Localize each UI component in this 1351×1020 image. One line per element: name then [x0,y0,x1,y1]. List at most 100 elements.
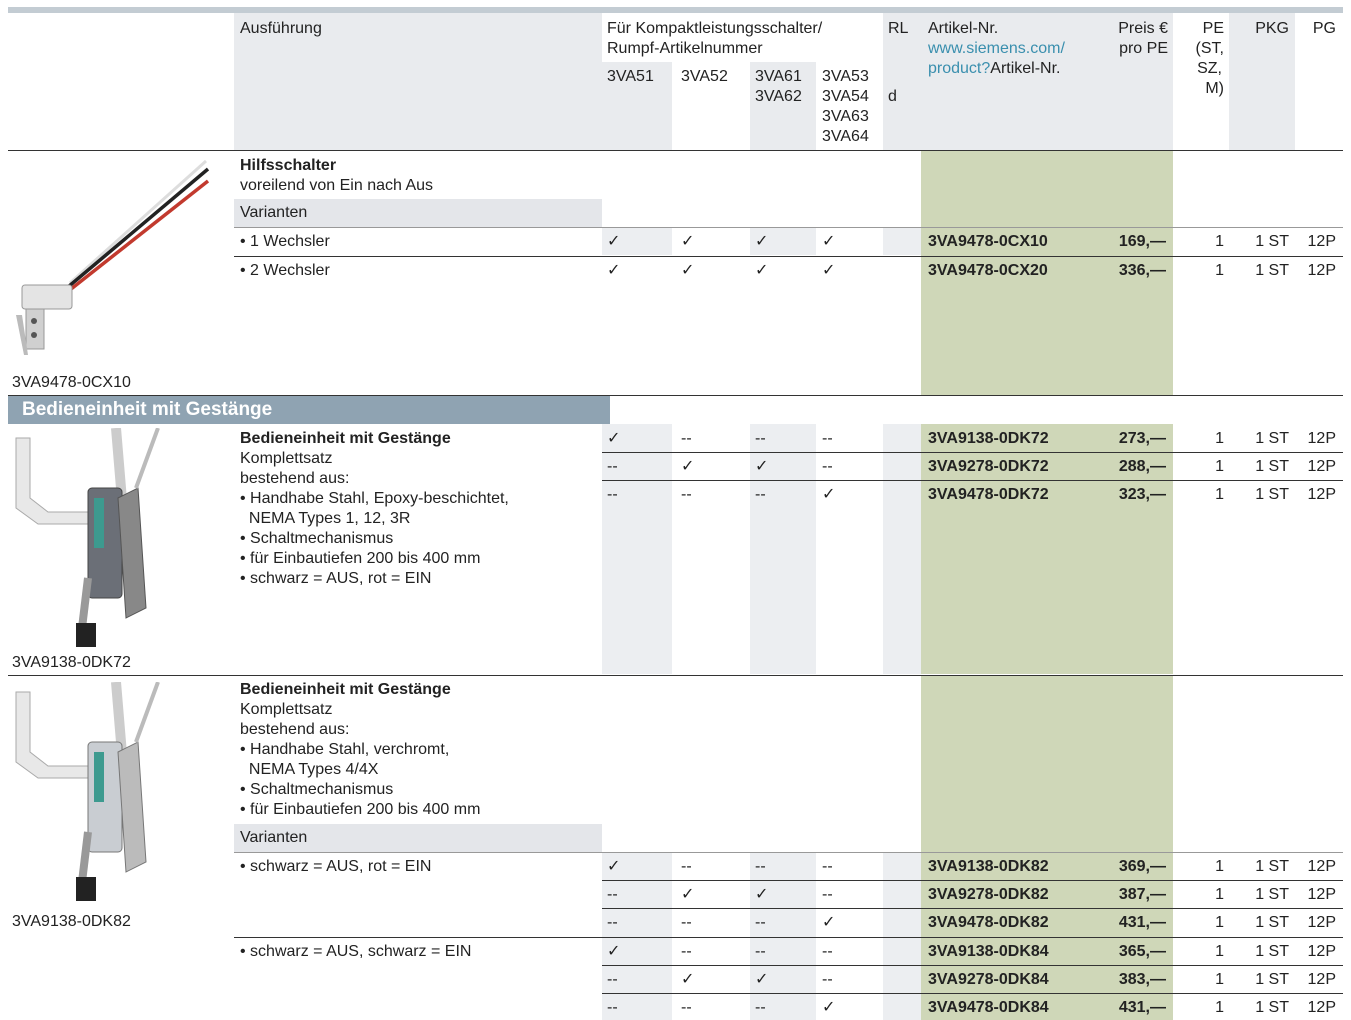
article-number[interactable]: 3VA9478-0DK82 [928,913,1049,933]
article-number[interactable]: 3VA9278-0DK72 [928,457,1049,477]
image-caption-0dk72: 3VA9138-0DK72 [12,654,131,671]
check-3va61: ✓ [755,886,769,903]
article-number[interactable]: 3VA9478-0DK84 [928,998,1049,1018]
row-rule [602,880,1343,881]
pe-value: 1 [1215,262,1224,279]
check-3va61: ✓ [755,233,769,250]
pg-value: 12P [1307,914,1336,931]
header-3va54: 3VA54 [822,88,869,105]
pkg-value: 1 ST [1255,943,1289,960]
article-number[interactable]: 3VA9138-0DK82 [928,857,1049,877]
row-rule [602,993,1343,994]
header-pe-line2: (ST, [1195,40,1224,57]
check-3va61: -- [755,486,766,503]
auxiliary-switch-image [16,159,210,355]
header-kompakt-line1: Für Kompaktleistungsschalter/ [607,20,823,37]
check-3va53: ✓ [822,233,836,250]
check-3va52: -- [681,430,692,447]
header-3va61: 3VA61 [755,68,802,85]
article-number[interactable]: 3VA9138-0DK72 [928,429,1049,449]
price: 323,— [1118,486,1166,503]
pkg-value: 1 ST [1255,458,1289,475]
pe-value: 1 [1215,486,1224,503]
pg-value: 12P [1307,430,1336,447]
variants-label: Varianten [234,199,602,227]
price: 365,— [1118,943,1166,960]
pe-value: 1 [1215,233,1224,250]
description-line: Komplettsatz [240,450,333,467]
pe-value: 1 [1215,999,1224,1016]
check-3va53: -- [822,458,833,475]
section1-title: Hilfsschalter [240,157,337,174]
article-number[interactable]: 3VA9278-0DK82 [928,885,1049,905]
article-number[interactable]: 3VA9138-0DK84 [928,942,1049,962]
header-link-line1[interactable]: www.siemens.com/ [928,39,1065,59]
row-rule [602,480,1343,481]
article-number[interactable]: 3VA9478-0DK72 [928,485,1049,505]
article-number[interactable]: 3VA9478-0CX10 [928,232,1048,252]
header-pe-line3: SZ, [1197,60,1222,77]
article-number[interactable]: 3VA9478-0CX20 [928,261,1048,281]
section2-title: Bedieneinheit mit Gestänge [240,430,451,447]
header-pkg: PKG [1255,20,1289,37]
check-3va61: -- [755,999,766,1016]
pg-value: 12P [1307,262,1336,279]
stripe-3va51 [602,852,672,1020]
header-link-line2[interactable]: product?Artikel-Nr. [928,59,1061,79]
check-3va51: ✓ [607,430,621,447]
price: 273,— [1118,430,1166,447]
image-caption-0dk82: 3VA9138-0DK82 [12,913,131,930]
pe-value: 1 [1215,971,1224,988]
header-3va52: 3VA52 [681,68,728,85]
check-3va52: ✓ [681,886,695,903]
check-3va53: ✓ [822,486,836,503]
pe-value: 1 [1215,458,1224,475]
check-3va51: ✓ [607,233,621,250]
pkg-value: 1 ST [1255,262,1289,279]
check-3va51: -- [607,486,618,503]
price: 336,— [1118,262,1166,279]
pkg-value: 1 ST [1255,486,1289,503]
pe-value: 1 [1215,858,1224,875]
check-3va52: -- [681,858,692,875]
pg-value: 12P [1307,858,1336,875]
pg-value: 12P [1307,233,1336,250]
check-3va52: -- [681,999,692,1016]
check-3va52: ✓ [681,262,695,279]
check-3va61: -- [755,430,766,447]
pg-value: 12P [1307,886,1336,903]
pg-value: 12P [1307,486,1336,503]
header-ausfuehrung: Ausführung [240,20,322,37]
header-rl: RL [888,20,909,37]
pg-value: 12P [1307,458,1336,475]
check-3va52: ✓ [681,233,695,250]
check-3va52: -- [681,486,692,503]
header-rl-value: d [888,88,897,105]
check-3va51: ✓ [607,943,621,960]
header-artikel: Artikel-Nr. [928,20,999,37]
check-3va51: -- [607,458,618,475]
header-pe-line1: PE [1202,20,1224,37]
description-line: • Handhabe Stahl, verchromt, [240,741,450,758]
check-3va61: -- [755,858,766,875]
check-3va51: -- [607,914,618,931]
article-number[interactable]: 3VA9278-0DK84 [928,970,1049,990]
article-column-bg [921,676,1173,1020]
header-3va63: 3VA63 [822,108,869,125]
header-preis-line2: pro PE [1119,40,1168,57]
pkg-value: 1 ST [1255,886,1289,903]
check-3va51: -- [607,999,618,1016]
description-line: • schwarz = AUS, rot = EIN [240,570,432,587]
check-3va52: -- [681,943,692,960]
header-link-product[interactable]: product? [928,60,990,77]
stripe-rl [883,852,921,1020]
header-3va64: 3VA64 [822,128,869,145]
description-line: • Schaltmechanismus [240,530,394,547]
row-rule [234,227,1343,228]
pe-value: 1 [1215,886,1224,903]
price: 288,— [1118,458,1166,475]
header-preis-line1: Preis € [1118,20,1168,37]
check-3va53: -- [822,943,833,960]
header-3va62: 3VA62 [755,88,802,105]
row-rule [602,965,1343,966]
